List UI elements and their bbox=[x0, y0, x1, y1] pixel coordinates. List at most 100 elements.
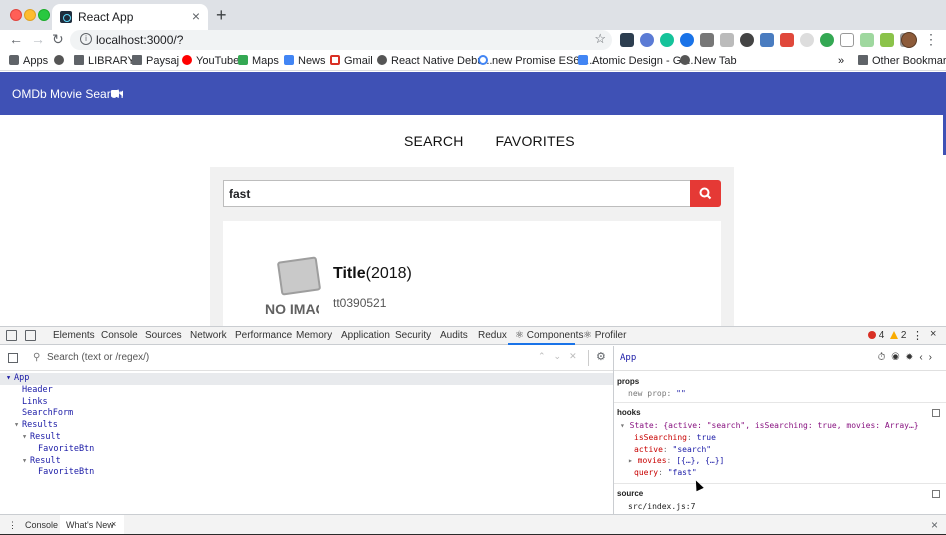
nav-search-link[interactable]: SEARCH bbox=[404, 133, 464, 149]
extension-check-icon[interactable] bbox=[820, 33, 834, 47]
back-icon[interactable]: ← bbox=[9, 31, 23, 47]
new-tab-button[interactable]: + bbox=[216, 5, 227, 26]
tab-redux[interactable]: Redux bbox=[478, 330, 507, 341]
bookmark-atomic-design[interactable]: Atomic Design - Go... bbox=[578, 55, 697, 67]
tree-node[interactable]: ▾ Result bbox=[0, 456, 613, 468]
tree-node[interactable]: ▾ Result bbox=[0, 432, 613, 444]
issues-badge[interactable]: 4 2 bbox=[868, 330, 906, 341]
hook-active[interactable]: active: "search" bbox=[634, 445, 711, 454]
minimize-window-button[interactable] bbox=[24, 9, 36, 21]
profile-avatar[interactable] bbox=[901, 32, 917, 48]
drawer-menu-icon[interactable]: ⋮ bbox=[8, 520, 17, 531]
device-toolbar-icon[interactable] bbox=[25, 330, 36, 341]
search-input[interactable]: fast bbox=[223, 180, 691, 207]
bookmark-apps[interactable]: Apps bbox=[9, 55, 48, 67]
result-card[interactable]: NO IMAGE AVAILABLE Title(2018) tt0390521 bbox=[223, 221, 721, 327]
source-location[interactable]: src/index.js:7 bbox=[628, 502, 695, 511]
copy-icon[interactable] bbox=[932, 409, 940, 417]
tree-node[interactable]: ▾ App bbox=[0, 373, 613, 385]
hook-movies[interactable]: ▸ movies: [{…}, {…}] bbox=[628, 456, 724, 465]
grammarly-icon[interactable] bbox=[660, 33, 674, 47]
select-element-icon[interactable] bbox=[8, 353, 18, 363]
forward-icon[interactable]: → bbox=[31, 31, 45, 47]
hook-isSearching[interactable]: isSearching: true bbox=[634, 433, 716, 442]
tab-profiler[interactable]: ⚛ Profiler bbox=[583, 330, 626, 341]
bookmark-new-tab[interactable]: New Tab bbox=[680, 55, 737, 67]
devtools-menu-icon[interactable]: ⋮ bbox=[912, 329, 923, 342]
bookmark-library[interactable]: LIBRARY bbox=[74, 55, 135, 67]
drawer-tab-whats-new[interactable]: What's New × bbox=[60, 515, 124, 535]
component-search-input[interactable]: Search (text or /regex/) bbox=[47, 352, 149, 363]
info-icon[interactable]: i bbox=[80, 33, 92, 45]
extension-braces-icon[interactable] bbox=[840, 33, 854, 47]
bug-icon[interactable]: ✹ bbox=[905, 352, 919, 363]
extension-bug-icon[interactable] bbox=[700, 33, 714, 47]
bookmark-youtube[interactable]: YouTube bbox=[182, 55, 239, 67]
tab-memory[interactable]: Memory bbox=[296, 330, 332, 341]
other-bookmarks[interactable]: Other Bookmarks bbox=[858, 55, 946, 67]
expand-caret-icon[interactable]: ▾ bbox=[14, 420, 22, 432]
tab-elements[interactable]: Elements bbox=[53, 330, 95, 341]
inspect-element-icon[interactable] bbox=[6, 330, 17, 341]
view-source-icon[interactable]: ‹› bbox=[919, 352, 938, 363]
hook-query[interactable]: query: "fast" bbox=[634, 468, 697, 477]
tree-node[interactable]: Links bbox=[0, 397, 613, 409]
browser-menu-icon[interactable]: ⋮ bbox=[924, 31, 938, 48]
extension-camera-icon[interactable] bbox=[760, 33, 774, 47]
search-button[interactable] bbox=[690, 180, 721, 207]
tree-node[interactable]: ▾ Results bbox=[0, 420, 613, 432]
tree-node[interactable]: FavoriteBtn bbox=[0, 467, 613, 479]
nav-favorites-link[interactable]: FAVORITES bbox=[495, 133, 574, 149]
tab-security[interactable]: Security bbox=[395, 330, 431, 341]
close-drawer-icon[interactable]: × bbox=[931, 518, 938, 532]
tree-node[interactable]: FavoriteBtn bbox=[0, 444, 613, 456]
settings-gear-icon[interactable]: ⚙ bbox=[596, 350, 606, 363]
props-new-prop[interactable]: new prop: "" bbox=[628, 389, 686, 398]
tab-components[interactable]: ⚛ Components bbox=[515, 330, 583, 341]
bookmark-paysaj[interactable]: Paysaj bbox=[132, 55, 179, 67]
eye-icon[interactable]: ◉ bbox=[891, 352, 905, 363]
search-nav-arrows[interactable]: ⌃⌄✕ bbox=[538, 351, 585, 362]
more-bookmarks-icon[interactable]: » bbox=[838, 55, 844, 67]
close-devtools-icon[interactable]: × bbox=[930, 328, 936, 340]
extension-blue-icon[interactable] bbox=[640, 33, 654, 47]
extension-c-icon[interactable] bbox=[680, 33, 694, 47]
tab-audits[interactable]: Audits bbox=[440, 330, 468, 341]
browser-tab[interactable]: React App × bbox=[52, 4, 208, 30]
extension-red-icon[interactable] bbox=[780, 33, 794, 47]
expand-caret-icon[interactable]: ▾ bbox=[22, 432, 30, 444]
extension-pen-icon[interactable] bbox=[620, 33, 634, 47]
url-text[interactable]: localhost:3000/? bbox=[96, 33, 183, 47]
bookmark-star-icon[interactable]: ☆ bbox=[594, 31, 606, 47]
tab-network[interactable]: Network bbox=[190, 330, 227, 341]
bookmark-react-native[interactable]: React Native Debu... bbox=[377, 55, 493, 67]
extension-grid-icon[interactable] bbox=[720, 33, 734, 47]
expand-caret-icon[interactable]: ▾ bbox=[22, 456, 30, 468]
tree-node[interactable]: Header bbox=[0, 385, 613, 397]
close-window-button[interactable] bbox=[10, 9, 22, 21]
suspend-icon[interactable]: ⏱ bbox=[878, 352, 892, 363]
bookmark-maps[interactable]: Maps bbox=[238, 55, 279, 67]
tab-console[interactable]: Console bbox=[101, 330, 138, 341]
bookmark-gmail[interactable]: Gmail bbox=[330, 55, 373, 67]
extension-sheet-icon[interactable] bbox=[860, 33, 874, 47]
close-tab-icon[interactable]: × bbox=[192, 8, 200, 24]
address-bar[interactable]: i localhost:3000/? ☆ bbox=[70, 30, 612, 50]
bookmark-globe[interactable] bbox=[54, 55, 68, 67]
copy-icon[interactable] bbox=[932, 490, 940, 498]
extension-white-icon[interactable] bbox=[800, 33, 814, 47]
tab-performance[interactable]: Performance bbox=[235, 330, 292, 341]
reload-icon[interactable]: ↻ bbox=[52, 31, 64, 48]
tab-sources[interactable]: Sources bbox=[145, 330, 182, 341]
tree-node[interactable]: SearchForm bbox=[0, 408, 613, 420]
bookmark-news[interactable]: News bbox=[284, 55, 326, 67]
extension-vue-icon[interactable] bbox=[880, 33, 894, 47]
search-input-value[interactable]: fast bbox=[229, 187, 250, 201]
tab-application[interactable]: Application bbox=[341, 330, 390, 341]
extension-gear-icon[interactable] bbox=[740, 33, 754, 47]
drawer-tab-console[interactable]: Console bbox=[25, 520, 58, 530]
maximize-window-button[interactable] bbox=[38, 9, 50, 21]
close-drawer-tab-icon[interactable]: × bbox=[111, 519, 116, 529]
expand-caret-icon[interactable]: ▾ bbox=[6, 373, 14, 385]
hook-state-summary[interactable]: ▾ State: {active: "search", isSearching:… bbox=[620, 421, 919, 430]
